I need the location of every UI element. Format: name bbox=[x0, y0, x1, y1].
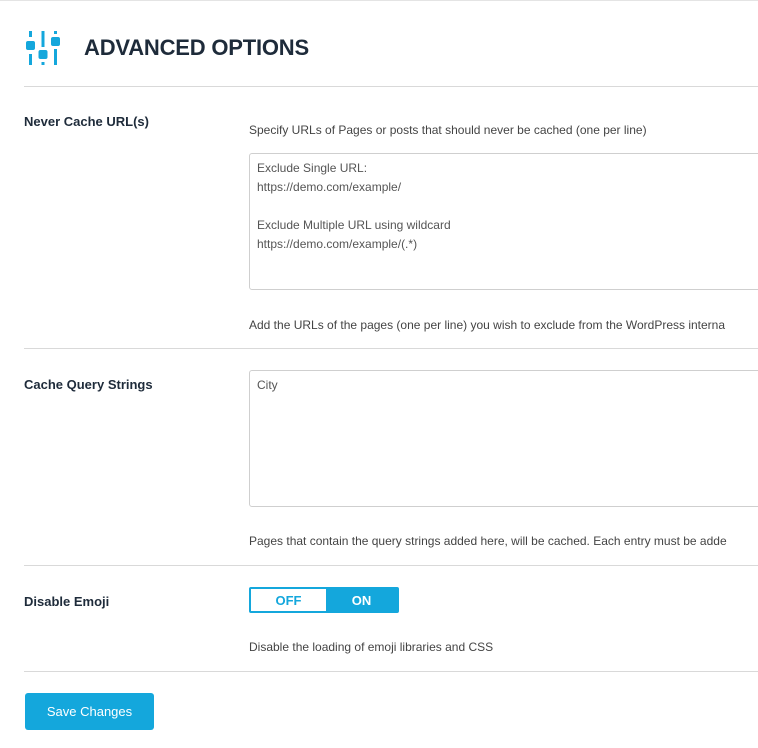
section-divider bbox=[24, 565, 758, 566]
cache-query-strings-textarea[interactable]: City bbox=[249, 370, 758, 507]
section-divider bbox=[24, 86, 758, 87]
top-divider bbox=[0, 0, 758, 1]
never-cache-description: Specify URLs of Pages or posts that shou… bbox=[249, 123, 647, 137]
toggle-on-option[interactable]: ON bbox=[326, 589, 397, 611]
cache-query-label: Cache Query Strings bbox=[24, 377, 153, 392]
disable-emoji-help: Disable the loading of emoji libraries a… bbox=[249, 640, 494, 654]
never-cache-urls-textarea[interactable]: Exclude Single URL: https://demo.com/exa… bbox=[249, 153, 758, 290]
section-divider bbox=[24, 671, 758, 672]
save-changes-button[interactable]: Save Changes bbox=[25, 693, 154, 730]
disable-emoji-toggle[interactable]: OFF ON bbox=[249, 587, 399, 613]
toggle-off-option[interactable]: OFF bbox=[251, 589, 326, 611]
sliders-icon bbox=[24, 30, 62, 66]
disable-emoji-label: Disable Emoji bbox=[24, 594, 110, 609]
cache-query-help: Pages that contain the query strings add… bbox=[249, 534, 727, 548]
page-title: ADVANCED OPTIONS bbox=[84, 35, 309, 60]
page-header: ADVANCED OPTIONS bbox=[24, 28, 309, 68]
never-cache-help: Add the URLs of the pages (one per line)… bbox=[249, 318, 726, 332]
section-divider bbox=[24, 348, 758, 349]
never-cache-label: Never Cache URL(s) bbox=[24, 114, 149, 129]
